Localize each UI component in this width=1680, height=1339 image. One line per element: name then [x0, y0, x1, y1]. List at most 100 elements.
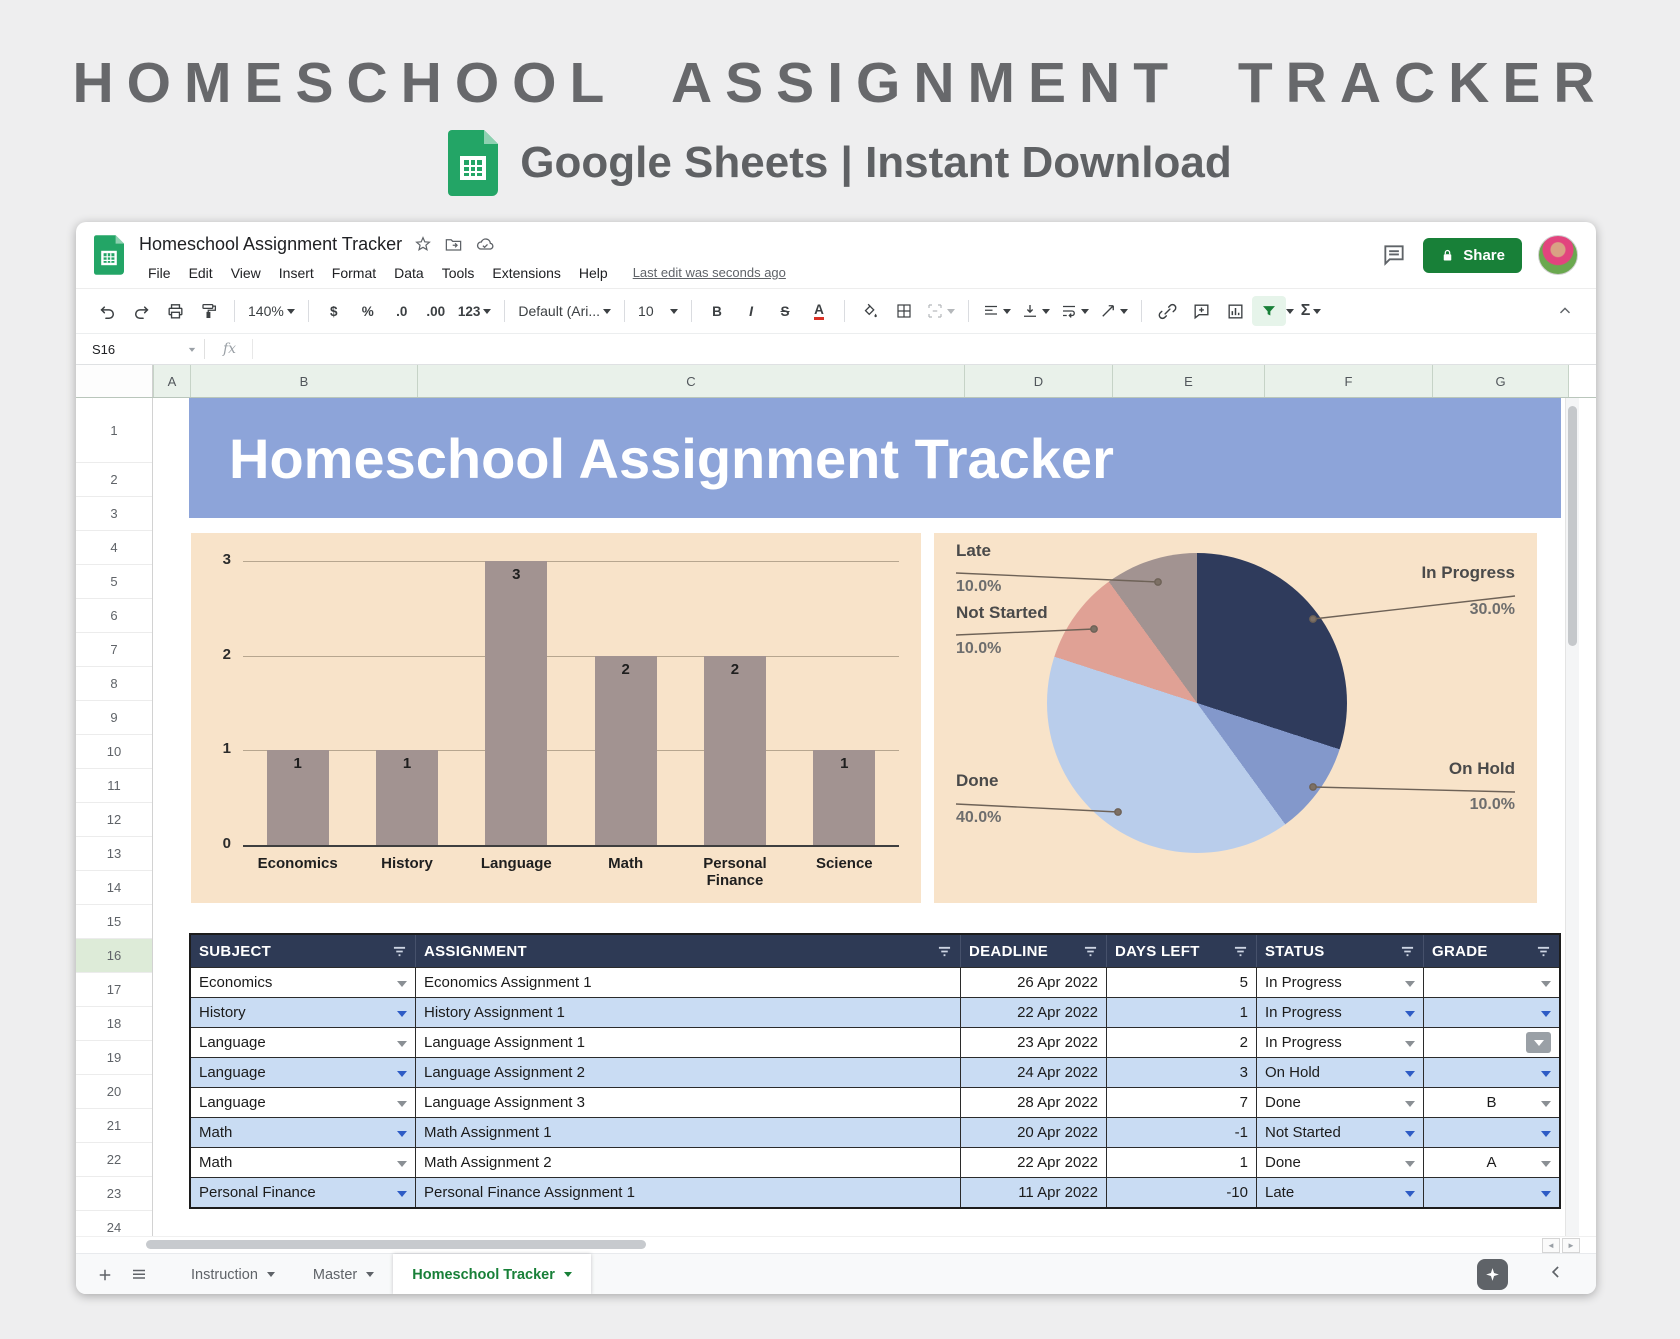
- sheet-tab[interactable]: Homeschool Tracker: [393, 1254, 591, 1294]
- grade-cell[interactable]: [1424, 1027, 1559, 1057]
- subject-cell[interactable]: Math: [191, 1147, 416, 1177]
- last-edit-link[interactable]: Last edit was seconds ago: [633, 265, 786, 280]
- text-rotation-button[interactable]: [1094, 296, 1133, 326]
- grade-cell[interactable]: A: [1424, 1147, 1559, 1177]
- days-left-cell[interactable]: -10: [1107, 1177, 1257, 1207]
- vertical-scrollbar-thumb[interactable]: [1568, 406, 1577, 646]
- redo-button[interactable]: [124, 296, 158, 326]
- scroll-right-button[interactable]: ►: [1562, 1238, 1580, 1253]
- bar-chart-panel[interactable]: 3 2 1 0 1Economics1History3Language2Math…: [191, 533, 921, 903]
- subject-cell[interactable]: Language: [191, 1057, 416, 1087]
- days-left-cell[interactable]: 1: [1107, 1147, 1257, 1177]
- insert-chart-button[interactable]: [1218, 296, 1252, 326]
- menu-item[interactable]: Format: [323, 265, 385, 281]
- assignment-cell[interactable]: Economics Assignment 1: [416, 967, 961, 997]
- add-sheet-button[interactable]: [88, 1258, 122, 1292]
- explore-button[interactable]: [1477, 1259, 1508, 1290]
- status-cell[interactable]: In Progress: [1257, 967, 1424, 997]
- font-size-selector[interactable]: 10: [633, 296, 683, 326]
- borders-button[interactable]: [887, 296, 921, 326]
- row-header[interactable]: 13: [76, 837, 152, 871]
- insert-link-button[interactable]: [1150, 296, 1184, 326]
- paint-format-button[interactable]: [192, 296, 226, 326]
- menu-item[interactable]: Help: [570, 265, 617, 281]
- collapse-side-panel-icon[interactable]: [1546, 1262, 1566, 1282]
- status-cell[interactable]: In Progress: [1257, 1027, 1424, 1057]
- table-header-cell[interactable]: ASSIGNMENT: [416, 935, 961, 967]
- grade-cell[interactable]: [1424, 997, 1559, 1027]
- share-button[interactable]: Share: [1423, 238, 1522, 273]
- row-header[interactable]: 15: [76, 905, 152, 939]
- horizontal-scrollbar-thumb[interactable]: [146, 1240, 646, 1249]
- status-cell[interactable]: On Hold: [1257, 1057, 1424, 1087]
- dropdown-arrow-icon[interactable]: [397, 1101, 407, 1112]
- dropdown-arrow-icon[interactable]: [397, 1131, 407, 1142]
- dropdown-arrow-icon[interactable]: [397, 1011, 407, 1022]
- days-left-cell[interactable]: 1: [1107, 997, 1257, 1027]
- column-header[interactable]: F: [1265, 365, 1433, 397]
- google-sheets-logo[interactable]: [94, 222, 124, 288]
- row-header[interactable]: 12: [76, 803, 152, 837]
- row-header[interactable]: 21: [76, 1109, 152, 1143]
- row-header[interactable]: 7: [76, 633, 152, 667]
- row-header[interactable]: 20: [76, 1075, 152, 1109]
- column-header[interactable]: A: [153, 365, 191, 397]
- status-cell[interactable]: Done: [1257, 1087, 1424, 1117]
- font-selector[interactable]: Default (Ari...: [513, 296, 616, 326]
- filter-icon[interactable]: [1400, 945, 1415, 958]
- dropdown-arrow-icon[interactable]: [397, 1071, 407, 1082]
- subject-cell[interactable]: Personal Finance: [191, 1177, 416, 1207]
- create-filter-button[interactable]: [1252, 296, 1286, 326]
- days-left-cell[interactable]: -1: [1107, 1117, 1257, 1147]
- row-header[interactable]: 8: [76, 667, 152, 701]
- vertical-scrollbar[interactable]: [1565, 398, 1579, 1236]
- subject-cell[interactable]: History: [191, 997, 416, 1027]
- row-header[interactable]: 24: [76, 1211, 152, 1236]
- sheet-tab-menu-caret[interactable]: [267, 1272, 275, 1281]
- sheet-title-banner[interactable]: Homeschool Assignment Tracker: [189, 398, 1561, 518]
- filter-views-caret[interactable]: [1286, 309, 1294, 318]
- days-left-cell[interactable]: 5: [1107, 967, 1257, 997]
- insert-comment-button[interactable]: [1184, 296, 1218, 326]
- sheet-tab[interactable]: Instruction: [172, 1254, 294, 1294]
- dropdown-arrow-icon[interactable]: [397, 1191, 407, 1202]
- days-left-cell[interactable]: 3: [1107, 1057, 1257, 1087]
- italic-button[interactable]: I: [734, 296, 768, 326]
- dropdown-arrow-icon[interactable]: [1541, 981, 1551, 992]
- deadline-cell[interactable]: 22 Apr 2022: [961, 1147, 1107, 1177]
- column-header[interactable]: C: [418, 365, 965, 397]
- filter-icon[interactable]: [1536, 945, 1551, 958]
- vertical-align-button[interactable]: [1016, 296, 1055, 326]
- print-button[interactable]: [158, 296, 192, 326]
- row-header[interactable]: 9: [76, 701, 152, 735]
- subject-cell[interactable]: Math: [191, 1117, 416, 1147]
- undo-button[interactable]: [90, 296, 124, 326]
- menu-item[interactable]: Tools: [433, 265, 484, 281]
- row-header[interactable]: 3: [76, 497, 152, 531]
- assignment-cell[interactable]: Math Assignment 1: [416, 1117, 961, 1147]
- document-title[interactable]: Homeschool Assignment Tracker: [139, 234, 402, 255]
- dropdown-arrow-icon[interactable]: [1541, 1191, 1551, 1202]
- dropdown-arrow-icon[interactable]: [1405, 1071, 1415, 1082]
- format-currency-button[interactable]: $: [317, 296, 351, 326]
- row-header[interactable]: 6: [76, 599, 152, 633]
- deadline-cell[interactable]: 28 Apr 2022: [961, 1087, 1107, 1117]
- strikethrough-button[interactable]: S: [768, 296, 802, 326]
- dropdown-arrow-icon[interactable]: [1405, 1131, 1415, 1142]
- status-cell[interactable]: Late: [1257, 1177, 1424, 1207]
- row-header[interactable]: 10: [76, 735, 152, 769]
- row-header[interactable]: 11: [76, 769, 152, 803]
- text-wrap-button[interactable]: [1055, 296, 1094, 326]
- dropdown-arrow-icon[interactable]: [1405, 1041, 1415, 1052]
- filter-icon[interactable]: [937, 945, 952, 958]
- grade-cell[interactable]: [1424, 1057, 1559, 1087]
- assignment-cell[interactable]: Math Assignment 2: [416, 1147, 961, 1177]
- assignment-cell[interactable]: Personal Finance Assignment 1: [416, 1177, 961, 1207]
- dropdown-arrow-icon[interactable]: [1541, 1071, 1551, 1082]
- dropdown-arrow-icon[interactable]: [1541, 1101, 1551, 1112]
- status-cell[interactable]: In Progress: [1257, 997, 1424, 1027]
- deadline-cell[interactable]: 23 Apr 2022: [961, 1027, 1107, 1057]
- dropdown-arrow-icon[interactable]: [1541, 1161, 1551, 1172]
- increase-decimals-button[interactable]: .00: [419, 296, 453, 326]
- format-percent-button[interactable]: %: [351, 296, 385, 326]
